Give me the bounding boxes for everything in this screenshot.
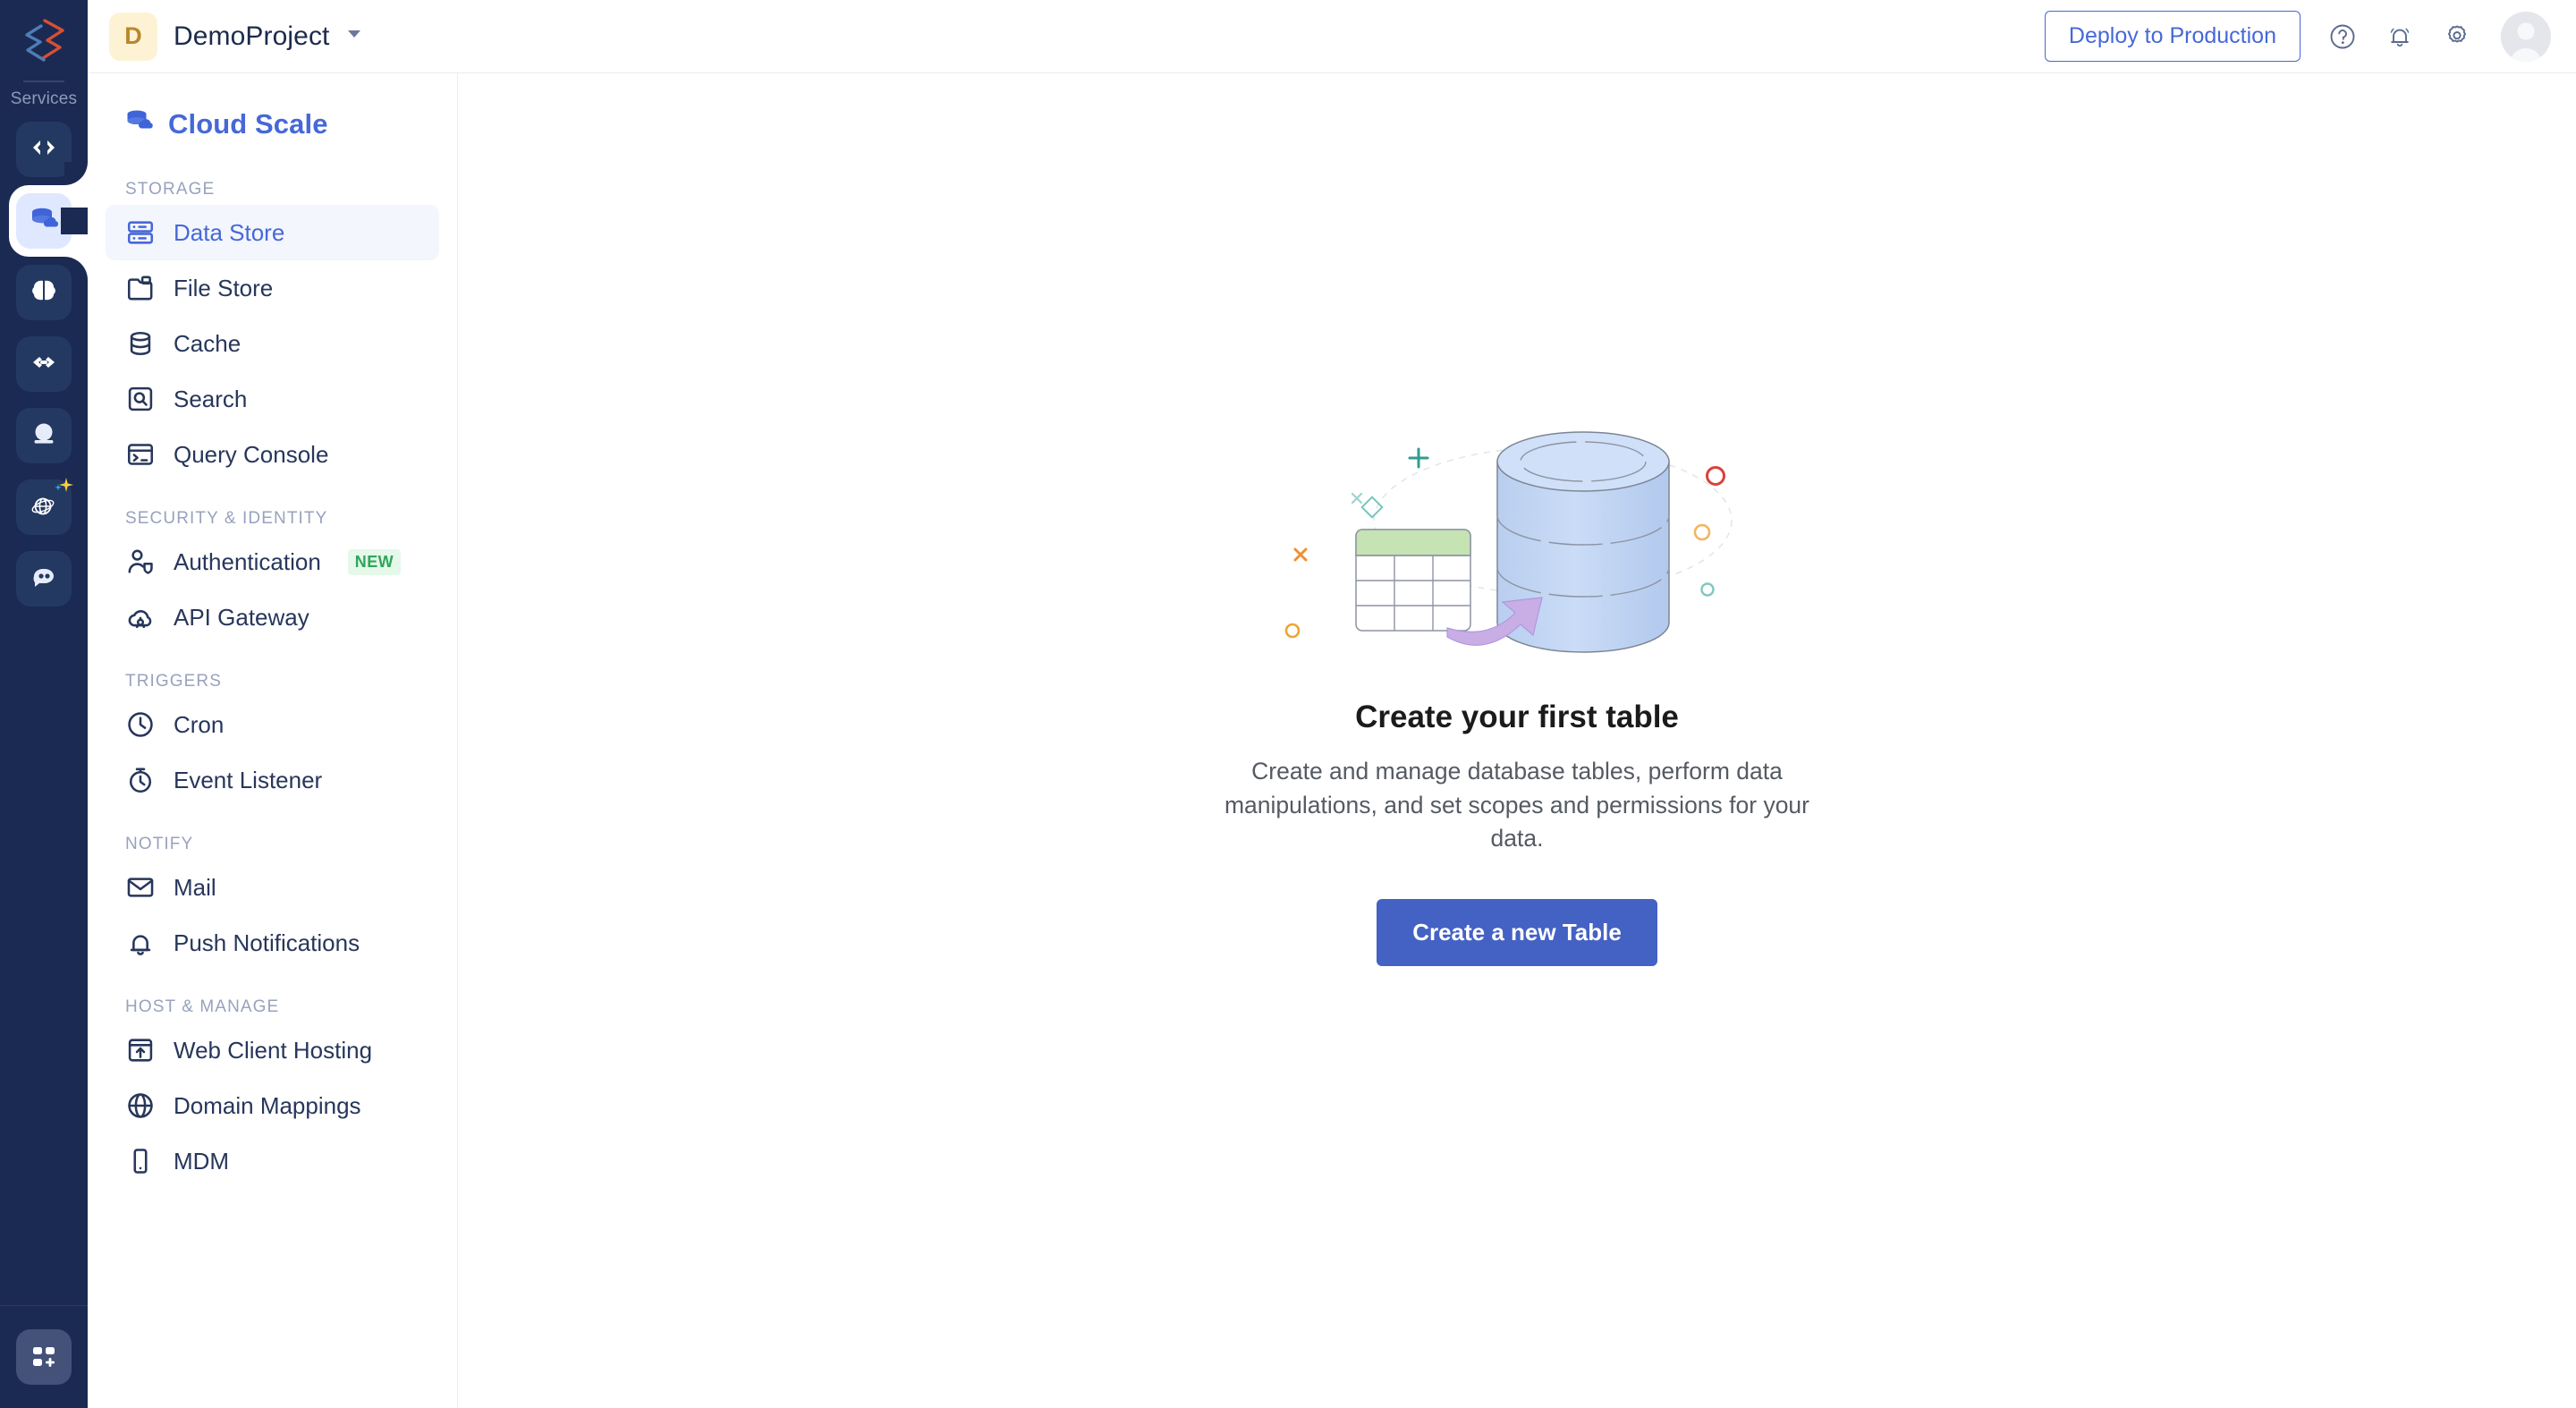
rail-item-cloud-scale[interactable] [16, 193, 72, 249]
sidebar-item-label: Push Notifications [174, 929, 360, 956]
project-initial-badge: D [109, 12, 157, 61]
chat-bubble-icon [29, 562, 59, 597]
nav-group-label: NOTIFY [125, 835, 194, 853]
sidebar-item-event-listener[interactable]: Event Listener [106, 752, 439, 808]
crystal-ball-icon [29, 419, 59, 454]
rail-item-cloud-scale-wrap [0, 162, 106, 280]
sidebar-item-label: Event Listener [174, 766, 323, 793]
sidebar-item-label: Query Console [174, 440, 329, 468]
content-area: Create your first table Create and manag… [458, 73, 2576, 1408]
sparkle-icon [54, 476, 73, 500]
sidebar-item-label: Cache [174, 329, 242, 357]
page-title: Create your first table [1355, 700, 1679, 734]
user-shield-icon [125, 547, 156, 577]
gear-icon[interactable] [2442, 21, 2472, 52]
sidebar-item-label: API Gateway [174, 603, 309, 631]
rail-item-ai[interactable] [16, 265, 72, 320]
sidebar-item-mdm[interactable]: MDM [106, 1133, 439, 1189]
rail-bottom-section [0, 1305, 88, 1408]
web-upload-icon [125, 1035, 156, 1065]
nav-group-label: TRIGGERS [125, 672, 223, 691]
mobile-device-icon [125, 1146, 156, 1176]
service-title: Cloud Scale [106, 73, 439, 153]
rail-item-discover[interactable] [16, 476, 73, 535]
service-title-text: Cloud Scale [168, 107, 328, 140]
rail-item-chat[interactable] [16, 551, 72, 606]
rail-item-list [0, 122, 106, 606]
nav-group-label: STORAGE [125, 180, 216, 199]
description-line-1: Create and manage database tables, perfo… [1251, 758, 1783, 785]
rail-item-code[interactable] [16, 122, 72, 177]
nav-group-label: HOST & MANAGE [125, 997, 280, 1016]
create-new-table-button[interactable]: Create a new Table [1377, 898, 1657, 966]
infinity-link-icon [29, 347, 59, 382]
sidebar-item-mail[interactable]: Mail [106, 860, 439, 915]
sidebar-item-domain-mappings[interactable]: Domain Mappings [106, 1078, 439, 1133]
envelope-icon [125, 872, 156, 903]
sidebar-item-file-store[interactable]: File Store [106, 260, 439, 316]
sidebar-item-query-console[interactable]: Query Console [106, 427, 439, 482]
project-name: DemoProject [174, 21, 330, 51]
sidebar-item-search[interactable]: Search [106, 371, 439, 427]
globe-icon [125, 1090, 156, 1121]
body-area: Cloud Scale STORAGE Data Store File Store C… [88, 73, 2576, 1408]
cloud-scale-icon [123, 106, 156, 142]
description-line-2: manipulations, and set scopes and permis… [1224, 791, 1809, 852]
help-circle-icon[interactable] [2327, 21, 2358, 52]
chevron-down-icon[interactable] [344, 24, 364, 48]
sidebar-item-label: Authentication [174, 547, 321, 575]
status-badge: NEW [347, 548, 401, 575]
services-label: Services [10, 89, 78, 108]
sidebar-item-label: MDM [174, 1147, 230, 1175]
database-table-import-illustration [1284, 369, 1750, 697]
clock-icon [125, 709, 156, 740]
bell-icon [125, 928, 156, 958]
nav-group-label: SECURITY & IDENTITY [125, 509, 328, 528]
sidebar-item-push-notifications[interactable]: Push Notifications [106, 915, 439, 971]
sidebar-item-label: Cron [174, 710, 225, 738]
sidebar-item-label: Domain Mappings [174, 1091, 361, 1119]
cache-database-icon [125, 328, 156, 359]
nav-groups: STORAGE Data Store File Store Cache Search Qu… [106, 153, 439, 1189]
stopwatch-icon [125, 765, 156, 795]
sidebar-item-authentication[interactable]: Authentication NEW [106, 534, 439, 589]
sidebar-item-label: Data Store [174, 218, 285, 246]
file-store-icon [125, 273, 156, 303]
terminal-icon [125, 439, 156, 470]
code-brackets-icon [29, 132, 59, 167]
app-grid-plus-icon[interactable] [16, 1329, 72, 1385]
sidebar-item-label: Search [174, 385, 248, 412]
rail-divider [23, 81, 64, 82]
page-description: Create and manage database tables, perfo… [1195, 755, 1839, 856]
rail-item-integrations[interactable] [16, 336, 72, 392]
search-icon [125, 384, 156, 414]
brain-icon [29, 276, 59, 310]
sidebar-item-api-gateway[interactable]: API Gateway [106, 589, 439, 645]
sidebar-item-label: File Store [174, 274, 274, 301]
cloud-scale-database-icon [28, 203, 60, 240]
main-column: D DemoProject Deploy to Production Cloud… [88, 0, 2576, 1408]
sidebar-item-cache[interactable]: Cache [106, 316, 439, 371]
bell-icon[interactable] [2385, 21, 2415, 52]
services-rail: Services [0, 0, 106, 1408]
user-avatar[interactable] [2501, 11, 2551, 62]
app-root: Services D DemoProject Deploy to Product… [0, 0, 2576, 1408]
top-bar: D DemoProject Deploy to Production [88, 0, 2576, 73]
sidebar-item-label: Mail [174, 873, 216, 901]
sidebar-item-data-store[interactable]: Data Store [106, 205, 439, 260]
deploy-to-production-button[interactable]: Deploy to Production [2044, 11, 2301, 62]
data-store-icon [125, 217, 156, 248]
sidebar-item-cron[interactable]: Cron [106, 697, 439, 752]
side-navigation: Cloud Scale STORAGE Data Store File Store C… [88, 73, 458, 1408]
rail-item-insights[interactable] [16, 408, 72, 463]
catalyst-logo-icon[interactable] [15, 13, 72, 70]
sidebar-item-web-client-hosting[interactable]: Web Client Hosting [106, 1022, 439, 1078]
sidebar-item-label: Web Client Hosting [174, 1036, 373, 1064]
api-gateway-cloud-icon [125, 602, 156, 632]
